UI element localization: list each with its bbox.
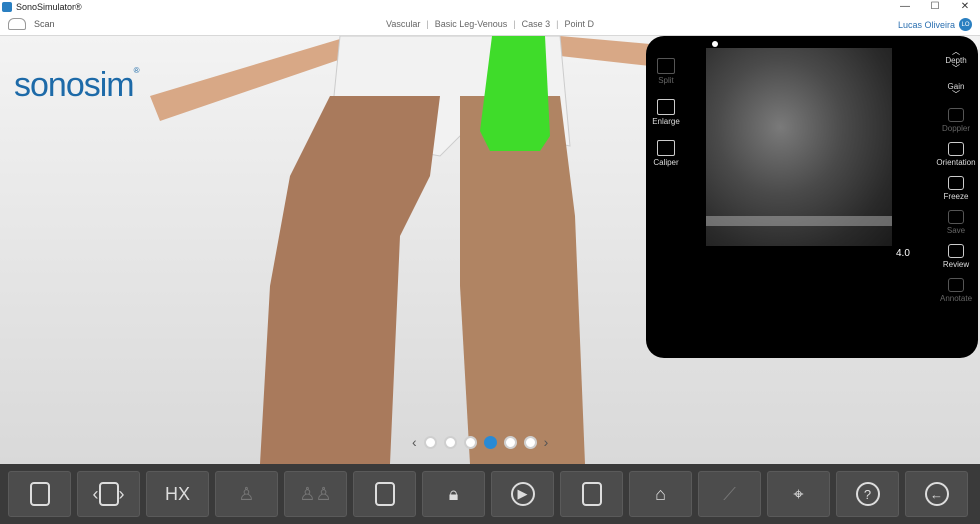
- ultrasound-left-tools: Split Enlarge Caliper: [648, 58, 684, 181]
- pager-dot-5[interactable]: [503, 435, 517, 449]
- probe-icon: [374, 482, 395, 506]
- ultrasound-panel: Split Enlarge Caliper 4.0 ︿ Depth ﹀ Gain ﹀ …: [646, 36, 978, 358]
- close-button[interactable]: ✕: [950, 0, 980, 14]
- pager-dot-6[interactable]: [523, 435, 537, 449]
- person-icon: ♙: [238, 483, 255, 504]
- orientation-icon: [948, 142, 964, 156]
- caliper-button[interactable]: Caliper: [648, 140, 684, 167]
- sonosim-logo: sonosim®: [14, 66, 139, 104]
- syringe-icon: ⟋: [723, 483, 736, 504]
- breadcrumb: Vascular | Basic Leg-Venous | Case 3 | Point D: [386, 19, 594, 29]
- checklist-button[interactable]: [560, 471, 623, 517]
- help-button[interactable]: ?: [836, 471, 899, 517]
- probe-nav-button[interactable]: ‹ ›: [77, 471, 140, 517]
- point-pager: ‹ ›: [412, 434, 548, 450]
- target-button[interactable]: ⌖: [767, 471, 830, 517]
- pager-dot-2[interactable]: [443, 435, 457, 449]
- pager-prev-button[interactable]: ‹: [412, 434, 417, 450]
- avatar: LO: [959, 18, 972, 31]
- pager-dot-3[interactable]: [463, 435, 477, 449]
- crumb-case: Case 3: [521, 19, 551, 29]
- enlarge-icon: [657, 99, 675, 115]
- history-button[interactable]: HX: [146, 471, 209, 517]
- help-icon: ?: [855, 482, 880, 506]
- lock-button[interactable]: 🔒︎: [422, 471, 485, 517]
- app-icon: [2, 2, 12, 12]
- chevron-down-icon[interactable]: ﹀: [936, 65, 976, 73]
- orientation-button[interactable]: Orientation: [936, 142, 976, 167]
- annotate-icon: [948, 278, 964, 292]
- pager-dot-4[interactable]: [483, 435, 497, 449]
- enlarge-button[interactable]: Enlarge: [648, 99, 684, 126]
- depth-control[interactable]: ︿ Depth ﹀: [936, 48, 976, 73]
- doppler-icon: [948, 108, 964, 122]
- crumb-point: Point D: [564, 19, 594, 29]
- probe-nav-icon: [98, 482, 119, 506]
- gain-control[interactable]: Gain ﹀: [936, 82, 976, 99]
- pager-dot-1[interactable]: [423, 435, 437, 449]
- exam-view-button[interactable]: ♙: [215, 471, 278, 517]
- exit-button[interactable]: ←: [905, 471, 968, 517]
- caliper-icon: [657, 140, 675, 156]
- back-arrow-icon: ←: [924, 482, 949, 506]
- crumb-module: Vascular: [386, 19, 421, 29]
- review-icon: [948, 244, 964, 258]
- review-button[interactable]: Review: [936, 244, 976, 269]
- user-menu[interactable]: Lucas Oliveira LO: [898, 18, 972, 31]
- app-header: Scan Vascular | Basic Leg-Venous | Case 3 | Po…: [0, 14, 980, 36]
- window-titlebar: SonoSimulator® — ☐ ✕: [0, 0, 980, 14]
- chevron-down-icon[interactable]: ﹀: [936, 91, 976, 99]
- pager-next-button[interactable]: ›: [544, 434, 549, 450]
- orientation-marker: [712, 41, 718, 47]
- window-title: SonoSimulator®: [16, 2, 82, 12]
- minimize-button[interactable]: —: [890, 0, 920, 14]
- split-button[interactable]: Split: [648, 58, 684, 85]
- depth-readout: 4.0: [896, 248, 910, 259]
- save-icon: [948, 210, 964, 224]
- group-view-button[interactable]: ♙♙: [284, 471, 347, 517]
- case-info-button[interactable]: [8, 471, 71, 517]
- history-label: HX: [164, 483, 190, 504]
- doppler-button[interactable]: Doppler: [936, 108, 976, 133]
- case-info-icon: [29, 482, 50, 506]
- freeze-button[interactable]: Freeze: [936, 176, 976, 201]
- window-controls: — ☐ ✕: [890, 0, 980, 14]
- snowflake-icon: [948, 176, 964, 190]
- crosshair-icon: ⌖: [793, 483, 804, 504]
- split-icon: [657, 58, 675, 74]
- syringe-button[interactable]: ⟋: [698, 471, 761, 517]
- annotate-button[interactable]: Annotate: [936, 278, 976, 303]
- chevron-left-icon: ‹: [92, 483, 99, 504]
- bottom-toolbar: ‹ › HX ♙ ♙♙ 🔒︎ ▶ ⌂ ⟋ ⌖ ? ←: [0, 464, 980, 524]
- transducer-button[interactable]: ⌂: [629, 471, 692, 517]
- lock-icon: 🔒︎: [448, 483, 459, 504]
- play-button[interactable]: ▶: [491, 471, 554, 517]
- save-button[interactable]: Save: [936, 210, 976, 235]
- maximize-button[interactable]: ☐: [920, 0, 950, 14]
- chevron-up-icon[interactable]: ︿: [936, 48, 976, 56]
- people-icon: ♙♙: [299, 483, 332, 504]
- transducer-icon: ⌂: [655, 483, 666, 504]
- chevron-right-icon: ›: [118, 483, 125, 504]
- crumb-course: Basic Leg-Venous: [434, 19, 508, 29]
- ultrasound-right-tools: ︿ Depth ﹀ Gain ﹀ Doppler Orientation Freeze…: [936, 48, 976, 312]
- checklist-icon: [581, 482, 602, 506]
- user-name: Lucas Oliveira: [897, 19, 955, 30]
- probe-model: [480, 36, 550, 151]
- probe-button[interactable]: [353, 471, 416, 517]
- play-icon: ▶: [510, 482, 535, 506]
- ultrasound-image: [706, 48, 892, 246]
